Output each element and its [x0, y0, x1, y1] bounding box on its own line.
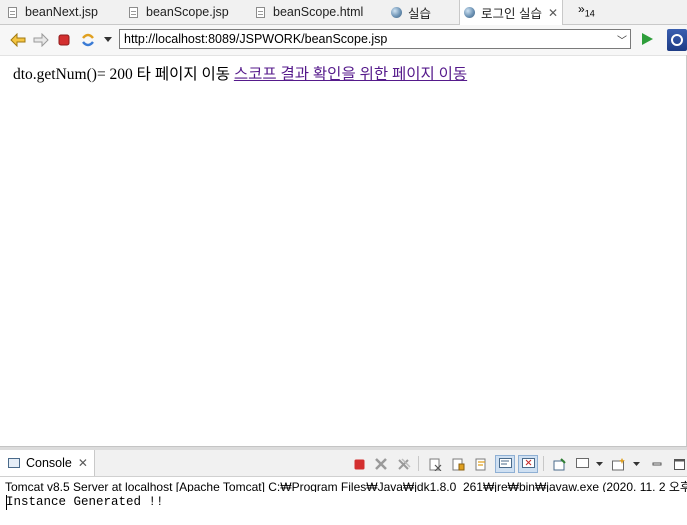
new-console-icon [612, 457, 625, 470]
console-icon [8, 458, 20, 468]
refresh-icon [82, 33, 94, 47]
open-console-button[interactable] [612, 457, 626, 471]
tab-login-silseup[interactable]: 로그인 실습 ✕ [459, 0, 564, 25]
arrow-left-icon [10, 33, 26, 47]
tab-label: 실습 [408, 6, 432, 21]
close-icon[interactable]: ✕ [548, 7, 558, 19]
tab-beanscope-html[interactable]: beanScope.html [256, 0, 363, 24]
tab-console[interactable]: Console ✕ [0, 450, 95, 476]
tab-beannext-jsp[interactable]: beanNext.jsp [8, 0, 98, 24]
tab-overflow-button[interactable]: »14 [578, 2, 595, 18]
maximize-button[interactable] [672, 457, 686, 471]
pin-icon [553, 457, 566, 470]
display-console-dropdown[interactable] [594, 457, 604, 471]
page-content-line: dto.getNum()= 200 타 페이지 이동 스코프 결과 확인을 위한… [13, 62, 467, 84]
stop-icon [354, 459, 364, 469]
tab-beanscope-jsp[interactable]: beanScope.jsp [129, 0, 229, 24]
refresh-button[interactable] [80, 32, 96, 48]
remove-all-icon [397, 457, 411, 470]
console-tab-label: Console [26, 456, 72, 470]
open-console-dropdown[interactable] [631, 457, 641, 471]
remove-launch-button[interactable] [374, 457, 388, 471]
stop-icon [58, 34, 70, 46]
url-text: http://localhost:8089/JSPWORK/beanScope.… [124, 32, 388, 46]
display-console-icon [575, 458, 589, 468]
browser-icon [671, 34, 683, 46]
editor-tab-bar: beanNext.jsp beanScope.jsp beanScope.htm… [0, 0, 687, 25]
html-file-icon [256, 6, 265, 18]
arrow-right-icon [33, 33, 49, 47]
console-output-area[interactable]: Instance Generated !! [0, 492, 687, 525]
play-icon [642, 33, 653, 45]
clear-icon [429, 458, 441, 471]
jsp-file-icon [129, 6, 138, 18]
console-output-line: Instance Generated !! [6, 495, 164, 509]
toolbar-separator [543, 456, 544, 471]
remove-icon [375, 458, 387, 470]
tab-silseup[interactable]: 실습 [391, 0, 431, 24]
clear-console-button[interactable] [428, 457, 442, 471]
chevron-down-icon [632, 461, 640, 466]
globe-icon [391, 6, 402, 18]
chevron-down-icon [595, 461, 603, 466]
external-browser-button[interactable] [667, 29, 687, 51]
scroll-lock-icon [452, 458, 464, 470]
word-wrap-icon [475, 458, 485, 470]
url-input[interactable]: http://localhost:8089/JSPWORK/beanScope.… [119, 29, 631, 49]
back-button[interactable] [10, 32, 26, 48]
display-console-button[interactable] [575, 457, 589, 471]
pin-console-button[interactable] [552, 457, 566, 471]
tab-label: beanScope.jsp [146, 5, 229, 19]
chevron-double-right-icon: » [578, 2, 585, 16]
num-text: dto.getNum()= 200 타 페이지 이동 [13, 66, 234, 83]
forward-button[interactable] [33, 32, 49, 48]
scope-result-link[interactable]: 스코프 결과 확인을 위한 페이지 이동 [234, 66, 467, 83]
tab-label: 로그인 실습 [481, 7, 542, 21]
refresh-dropdown[interactable] [100, 32, 116, 48]
show-on-output-button[interactable] [495, 455, 515, 473]
show-on-error-button[interactable] [518, 455, 538, 473]
maximize-icon [673, 458, 685, 470]
browser-page: dto.getNum()= 200 타 페이지 이동 스코프 결과 확인을 위한… [0, 55, 687, 448]
chevron-down-icon[interactable]: ﹀ [617, 32, 627, 47]
overflow-count: 14 [584, 8, 595, 19]
globe-icon [464, 7, 475, 18]
tab-label: beanNext.jsp [25, 5, 98, 19]
minimize-button[interactable] [650, 457, 664, 471]
tab-label: beanScope.html [273, 5, 364, 19]
remove-all-button[interactable] [397, 457, 411, 471]
go-button[interactable] [640, 32, 654, 49]
show-error-icon [521, 458, 535, 468]
show-console-icon [498, 458, 512, 468]
word-wrap-button[interactable] [474, 457, 488, 471]
toolbar-separator [418, 456, 419, 471]
scroll-lock-button[interactable] [451, 457, 465, 471]
jsp-file-icon [8, 6, 17, 18]
chevron-down-icon [104, 37, 112, 42]
browser-toolbar: http://localhost:8089/JSPWORK/beanScope.… [0, 25, 687, 55]
close-icon[interactable]: ✕ [78, 457, 88, 469]
console-header: Console ✕ [0, 450, 687, 477]
minimize-icon [652, 462, 662, 466]
terminate-button[interactable] [352, 457, 366, 471]
stop-button[interactable] [56, 32, 72, 48]
